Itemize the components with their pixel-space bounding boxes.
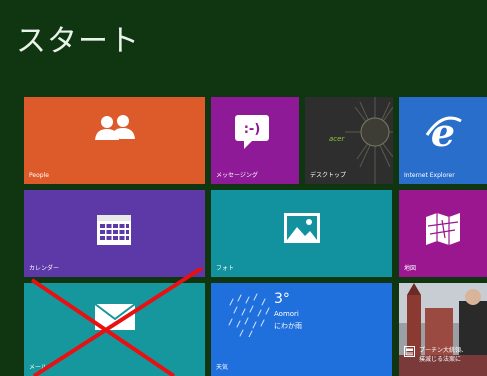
- tile-label: フォト: [216, 265, 235, 272]
- tile-internet-explorer[interactable]: e Internet Explorer: [399, 97, 487, 184]
- weather-temperature: 3°: [274, 291, 290, 307]
- page-title: スタート: [16, 24, 140, 59]
- rain-icon: [228, 293, 270, 337]
- messaging-icon-text: :-): [244, 122, 261, 137]
- weather-city: Aomori: [274, 310, 299, 318]
- tile-label: 天気: [216, 364, 229, 371]
- tile-mail[interactable]: メール: [24, 283, 205, 376]
- news-headline-line1: プーチン大統領、: [419, 347, 468, 354]
- start-screen: スタート People :-) メッセージング acer デスクトップ e In…: [0, 0, 487, 376]
- tile-messaging[interactable]: :-) メッセージング: [211, 97, 299, 184]
- tile-desktop[interactable]: acer デスクトップ: [305, 97, 393, 184]
- tile-label: 地図: [404, 265, 417, 272]
- tile-label: Internet Explorer: [404, 172, 455, 179]
- tile-maps[interactable]: 地図: [399, 190, 487, 277]
- photo-icon: [284, 213, 320, 243]
- tile-calendar[interactable]: カレンダー: [24, 190, 205, 277]
- tile-label: カレンダー: [29, 265, 60, 272]
- map-icon: [426, 213, 460, 245]
- news-icon: [404, 346, 415, 357]
- tile-weather[interactable]: 3° Aomori にわか雨 天気: [211, 283, 392, 376]
- ie-icon: e: [425, 113, 462, 153]
- tile-news[interactable]: プーチン大統領、 撲滅じる法案に: [399, 283, 487, 376]
- tile-label: People: [29, 172, 49, 179]
- people-icon: [95, 115, 135, 140]
- news-headline-line2: 撲滅じる法案に: [419, 356, 462, 363]
- tile-label: メール: [29, 364, 48, 371]
- calendar-icon: [97, 215, 131, 245]
- messaging-icon: :-): [235, 115, 269, 149]
- tile-label: メッセージング: [216, 172, 258, 179]
- tile-people[interactable]: People: [24, 97, 205, 184]
- tile-photos[interactable]: フォト: [211, 190, 392, 277]
- weather-condition: にわか雨: [274, 322, 302, 330]
- mail-icon: [94, 303, 136, 330]
- acer-logo: acer: [329, 135, 345, 143]
- tile-label: デスクトップ: [310, 172, 347, 179]
